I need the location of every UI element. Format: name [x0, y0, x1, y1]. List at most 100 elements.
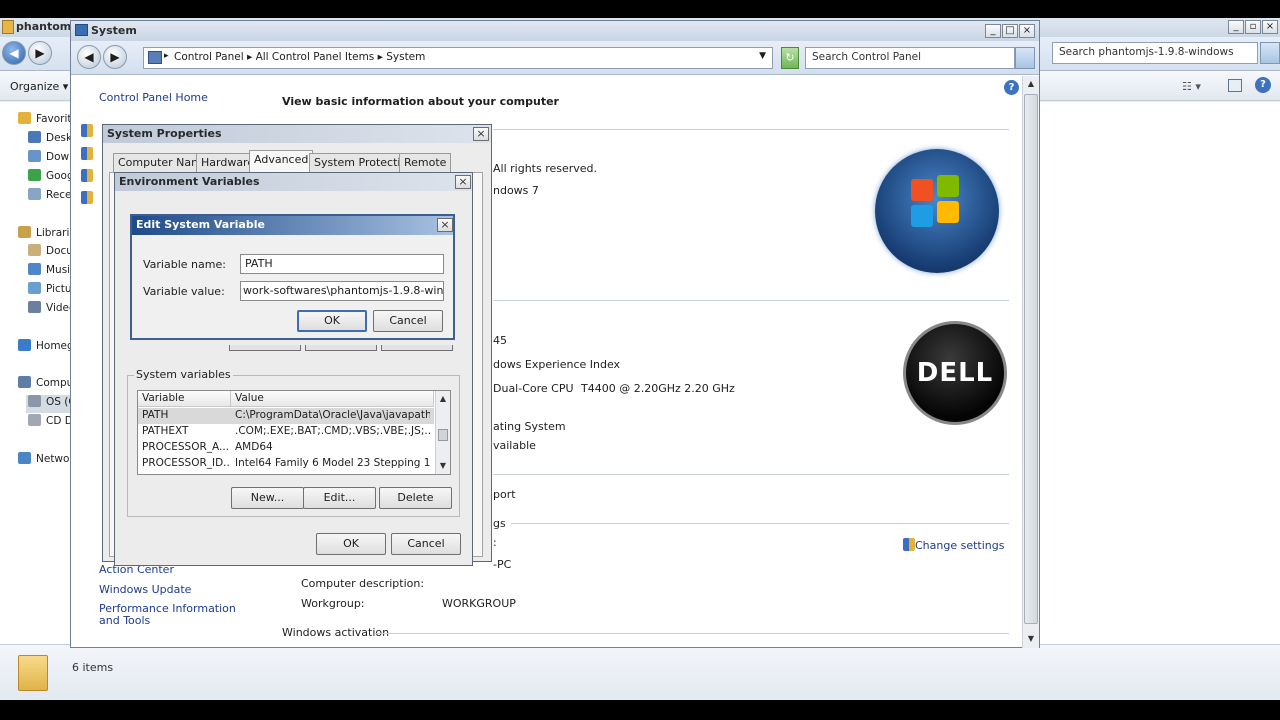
minimize-button[interactable]: _: [1228, 20, 1244, 34]
change-settings-link[interactable]: Change settings: [903, 538, 1004, 552]
search-icon[interactable]: [1015, 47, 1035, 69]
experience-index-link[interactable]: dows Experience Index: [493, 358, 620, 371]
maximize-button[interactable]: □: [1002, 24, 1018, 38]
ok-button[interactable]: OK: [297, 310, 367, 332]
close-button[interactable]: ×: [473, 127, 489, 141]
sidebar-item-icon: [28, 169, 41, 181]
scroll-down-arrow[interactable]: ▼: [1024, 631, 1038, 647]
sidebar-item[interactable]: CD D: [28, 414, 73, 432]
sidebar-item[interactable]: Homegr: [18, 339, 78, 357]
delete-variable-button[interactable]: Delete: [379, 487, 452, 509]
sidebar-item-icon: [28, 282, 41, 294]
preview-pane-icon[interactable]: [1228, 79, 1242, 92]
back-button[interactable]: ◀: [77, 45, 101, 69]
breadcrumb-control-panel[interactable]: Control Panel: [174, 51, 244, 63]
minimize-button[interactable]: _: [985, 24, 1001, 38]
scroll-down-arrow[interactable]: ▼: [436, 458, 450, 474]
folder-icon: [2, 20, 14, 34]
sidebar-item[interactable]: Goog: [28, 169, 74, 187]
sidebar-item[interactable]: Desk: [28, 131, 72, 149]
close-button[interactable]: ×: [1019, 24, 1035, 38]
copyright-text: All rights reserved.: [493, 162, 598, 175]
sidebar-item[interactable]: Music: [28, 263, 76, 281]
tab-advanced[interactable]: Advanced: [249, 150, 314, 173]
control-panel-search-input[interactable]: Search Control Panel: [805, 47, 1015, 69]
scroll-up-arrow[interactable]: ▲: [436, 391, 450, 407]
column-header-value[interactable]: Value: [231, 391, 434, 407]
scroll-up-arrow[interactable]: ▲: [1024, 76, 1038, 92]
sidebar-item[interactable]: Down: [28, 150, 76, 168]
organize-button[interactable]: Organize ▾: [10, 80, 68, 93]
support-link[interactable]: port: [493, 488, 516, 501]
scroll-thumb[interactable]: [1024, 94, 1038, 624]
performance-info-link[interactable]: Performance Information and Tools: [99, 603, 249, 627]
shield-icon: [81, 191, 93, 204]
close-button[interactable]: ×: [1262, 20, 1278, 34]
list-scrollbar[interactable]: ▲ ▼: [435, 391, 450, 474]
view-options-icon[interactable]: ☷ ▾: [1182, 80, 1201, 93]
table-row[interactable]: PATHEXT .COM;.EXE;.BAT;.CMD;.VBS;.VBE;.J…: [138, 424, 434, 440]
system-variables-list[interactable]: Variable Value PATH C:\ProgramData\Oracl…: [137, 390, 451, 475]
value-cell: Intel64 Family 6 Model 23 Stepping 10, .…: [235, 457, 430, 469]
pen-touch-text: vailable: [493, 439, 536, 452]
sidebar-item-label: Desk: [46, 132, 73, 144]
chevron-right-icon[interactable]: ▸: [247, 51, 256, 63]
address-bar[interactable]: ▸ Control Panel ▸ All Control Panel Item…: [143, 47, 773, 69]
sidebar-item[interactable]: OS (C: [26, 395, 76, 413]
search-icon[interactable]: [1260, 42, 1280, 64]
sidebar-item-icon: [28, 395, 41, 407]
cancel-button[interactable]: Cancel: [391, 533, 461, 555]
sidebar-item[interactable]: Rece: [28, 188, 72, 206]
maximize-button[interactable]: ▫: [1245, 20, 1261, 34]
forward-button[interactable]: ▶: [103, 45, 127, 69]
sidebar-item-icon: [28, 131, 41, 143]
edit-variable-button[interactable]: Edit...: [303, 487, 376, 509]
variable-name-label: Variable name:: [143, 258, 226, 271]
forward-button[interactable]: ▶: [28, 41, 52, 65]
edit-system-variable-dialog: Edit System Variable × Variable name: PA…: [130, 214, 455, 340]
sidebar-item[interactable]: Video: [28, 301, 75, 319]
variable-cell: PROCESSOR_A...: [142, 441, 230, 453]
sidebar-item-label: Networ: [36, 453, 74, 465]
sidebar-item-icon: [18, 452, 31, 464]
table-row[interactable]: PROCESSOR_A... AMD64: [138, 440, 434, 456]
tab-remote[interactable]: Remote: [399, 153, 452, 172]
sidebar-item[interactable]: Networ: [18, 452, 74, 470]
breadcrumb-all-items[interactable]: All Control Panel Items: [256, 51, 375, 63]
processor-model: T4400 @ 2.20GHz 2.20 GHz: [581, 382, 735, 395]
windows-activation-heading: Windows activation: [282, 626, 390, 639]
variable-value-input[interactable]: work-softwares\phantomjs-1.9.8-windows: [240, 281, 444, 301]
help-icon[interactable]: ?: [1255, 77, 1271, 93]
breadcrumb-system[interactable]: System: [386, 51, 425, 63]
change-settings-label[interactable]: Change settings: [915, 539, 1004, 552]
close-button[interactable]: ×: [455, 175, 471, 189]
system-properties-title: System Properties: [103, 125, 491, 143]
variable-name-input[interactable]: PATH: [240, 254, 444, 274]
environment-variables-title: Environment Variables: [115, 173, 472, 191]
refresh-icon[interactable]: ↻: [781, 47, 799, 69]
table-row[interactable]: PROCESSOR_ID... Intel64 Family 6 Model 2…: [138, 456, 434, 472]
column-header-variable[interactable]: Variable: [138, 391, 231, 407]
chevron-down-icon[interactable]: ▼: [759, 51, 766, 61]
control-panel-home-link[interactable]: Control Panel Home: [99, 91, 208, 104]
scroll-thumb[interactable]: [438, 429, 448, 441]
vertical-scrollbar[interactable]: ▲ ▼: [1022, 76, 1039, 648]
table-row[interactable]: PATH C:\ProgramData\Oracle\Java\javapath…: [138, 408, 434, 424]
help-icon[interactable]: ?: [1004, 80, 1019, 95]
windows-update-link[interactable]: Windows Update: [99, 583, 191, 596]
chevron-right-icon[interactable]: ▸: [378, 51, 387, 63]
sidebar-item[interactable]: Docu: [28, 244, 73, 262]
cancel-button[interactable]: Cancel: [373, 310, 443, 332]
back-button[interactable]: ◀: [2, 41, 26, 65]
chevron-right-icon[interactable]: ▸: [164, 51, 169, 61]
close-button[interactable]: ×: [437, 218, 453, 232]
sidebar-item-icon: [18, 376, 31, 388]
sidebar-item[interactable]: Favorit: [18, 112, 72, 130]
sidebar-item[interactable]: Pictur: [28, 282, 76, 300]
ok-button[interactable]: OK: [316, 533, 386, 555]
new-variable-button[interactable]: New...: [231, 487, 304, 509]
explorer-search-input[interactable]: Search phantomjs-1.9.8-windows: [1052, 42, 1258, 64]
sidebar-item[interactable]: Comput: [18, 376, 77, 394]
sidebar-item[interactable]: Librarie: [18, 226, 76, 244]
rating-value: 45: [493, 334, 507, 347]
